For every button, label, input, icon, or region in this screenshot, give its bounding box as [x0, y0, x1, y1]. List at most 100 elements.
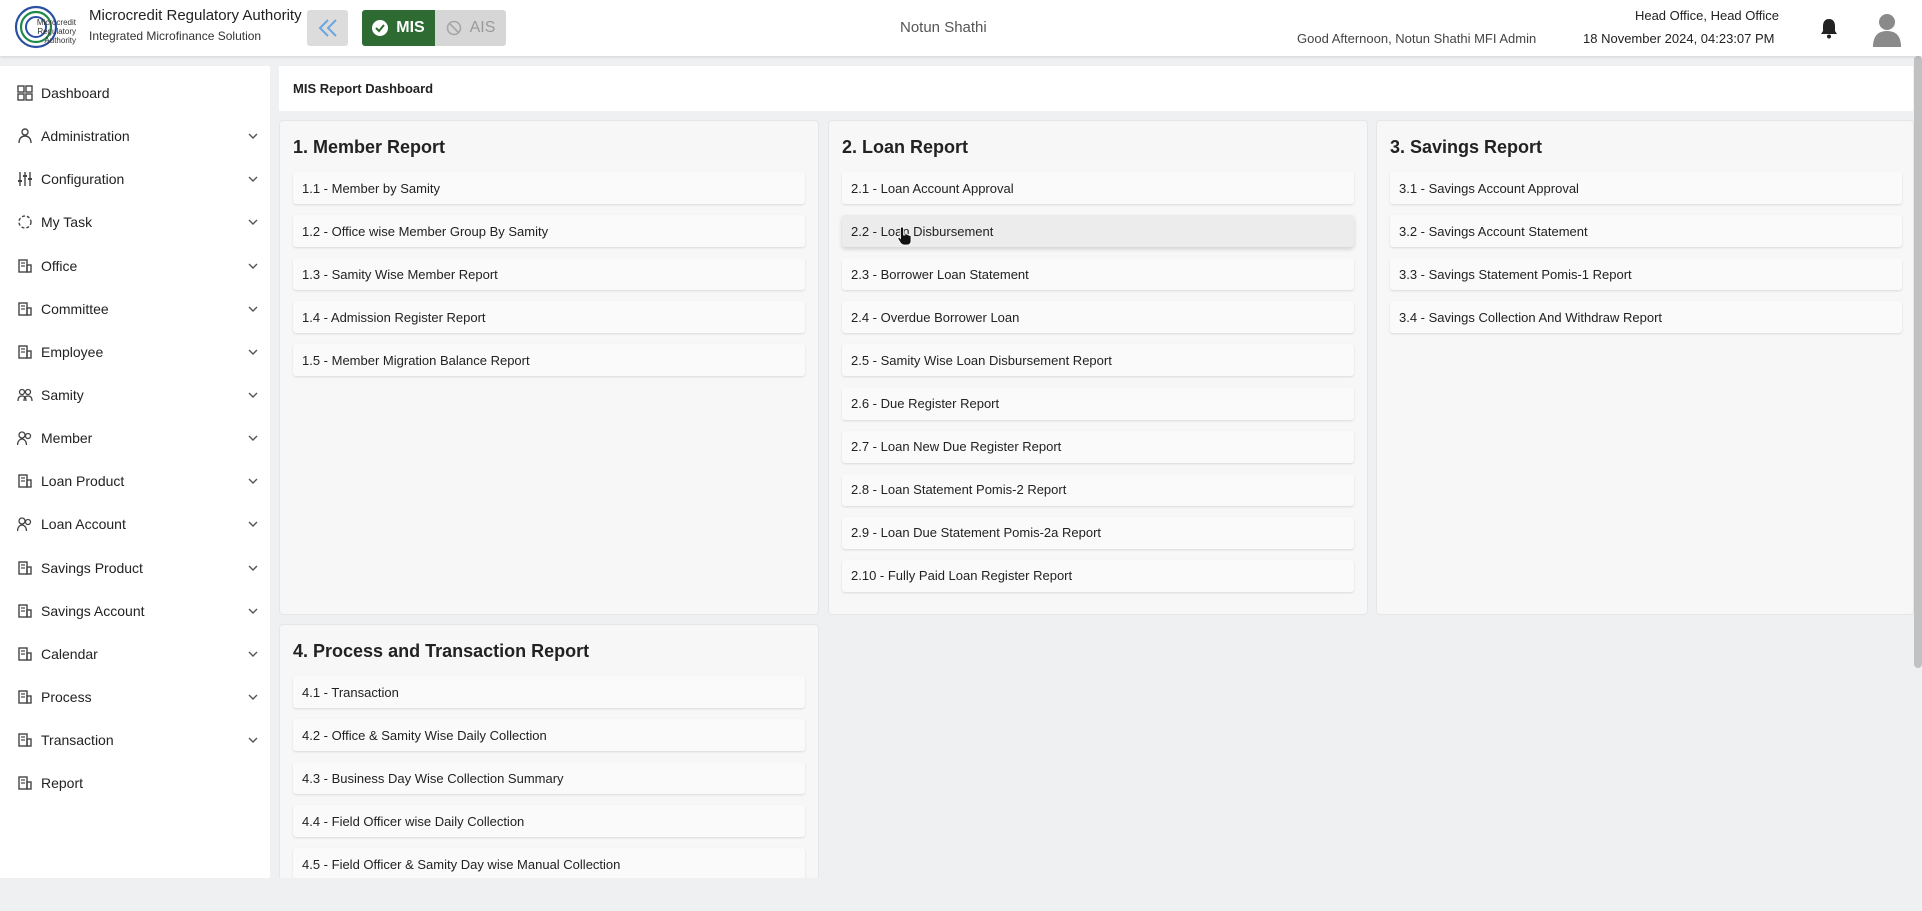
loan-report-item[interactable]: 2.2 - Loan Disbursement	[842, 215, 1354, 248]
building-icon	[18, 301, 32, 316]
chevron-down-icon[interactable]	[247, 216, 259, 228]
member-report-item[interactable]: 1.1 - Member by Samity	[293, 172, 805, 204]
users-icon	[17, 430, 32, 445]
savings-report-item[interactable]: 3.3 - Savings Statement Pomis-1 Report	[1390, 258, 1902, 291]
chevron-down-icon[interactable]	[247, 346, 259, 358]
footer-strip	[0, 878, 1922, 911]
building-icon	[18, 689, 32, 704]
bell-icon[interactable]	[1819, 17, 1839, 39]
sidebar-item-loan-account[interactable]: Loan Account	[0, 502, 270, 545]
process-report-item[interactable]: 4.3 - Business Day Wise Collection Summa…	[293, 762, 805, 795]
organization-name: Notun Shathi	[900, 19, 987, 36]
group-icon	[17, 388, 33, 401]
collapse-sidebar-button[interactable]	[307, 10, 348, 46]
member-report-item[interactable]: 1.3 - Samity Wise Member Report	[293, 258, 805, 291]
chevron-down-icon[interactable]	[247, 432, 259, 444]
mis-mode-button[interactable]: MIS	[362, 10, 435, 46]
mis-mode-label: MIS	[396, 19, 425, 36]
hand-cursor-icon	[897, 226, 912, 246]
sidebar: Dashboard Administration Configuration My T…	[0, 66, 270, 878]
loan-report-item[interactable]: 2.5 - Samity Wise Loan Disbursement Repo…	[842, 344, 1354, 377]
sidebar-item-employee[interactable]: Employee	[0, 330, 270, 373]
chevron-down-icon[interactable]	[247, 518, 259, 530]
chevron-down-icon[interactable]	[247, 173, 259, 185]
sidebar-item-label: Employee	[41, 343, 104, 360]
process-report-item[interactable]: 4.1 - Transaction	[293, 676, 805, 708]
building-icon	[18, 258, 32, 273]
user-avatar-icon[interactable]	[1871, 11, 1903, 47]
check-circle-icon	[372, 20, 389, 36]
ais-mode-label: AIS	[469, 19, 496, 36]
chevron-down-icon[interactable]	[247, 475, 259, 487]
sidebar-item-label: Member	[41, 429, 93, 446]
loan-report-item[interactable]: 2.4 - Overdue Borrower Loan	[842, 301, 1354, 334]
chevron-down-icon[interactable]	[247, 605, 259, 617]
sidebar-item-transaction[interactable]: Transaction	[0, 718, 270, 761]
process-report-title: 4. Process and Transaction Report	[293, 641, 590, 661]
app-subtitle: Integrated Microfinance Solution	[89, 29, 262, 43]
page-scrollbar[interactable]	[1914, 56, 1922, 668]
ais-mode-button[interactable]: AIS	[435, 10, 506, 46]
process-report-item[interactable]: 4.4 - Field Officer wise Daily Collectio…	[293, 805, 805, 838]
sliders-icon	[18, 171, 32, 186]
savings-report-item[interactable]: 3.4 - Savings Collection And Withdraw Re…	[1390, 301, 1902, 334]
building-icon	[18, 473, 32, 488]
sidebar-item-member[interactable]: Member	[0, 416, 270, 459]
dashboard-icon	[17, 84, 33, 101]
sidebar-item-report[interactable]: Report	[0, 761, 270, 804]
savings-report-title: 3. Savings Report	[1390, 137, 1543, 157]
sidebar-item-configuration[interactable]: Configuration	[0, 157, 270, 200]
sidebar-item-my-task[interactable]: My Task	[0, 200, 270, 243]
sidebar-item-label: Report	[41, 774, 84, 791]
loan-report-item[interactable]: 2.1 - Loan Account Approval	[842, 172, 1354, 204]
member-report-item[interactable]: 1.2 - Office wise Member Group By Samity	[293, 215, 805, 248]
sidebar-item-samity[interactable]: Samity	[0, 373, 270, 416]
admin-icon	[18, 127, 32, 143]
chevron-down-icon[interactable]	[247, 734, 259, 746]
chevron-down-icon[interactable]	[247, 389, 259, 401]
loan-report-item[interactable]: 2.8 - Loan Statement Pomis-2 Report	[842, 473, 1354, 506]
sidebar-item-label: Savings Product	[41, 559, 143, 576]
loan-report-item[interactable]: 2.10 - Fully Paid Loan Register Report	[842, 559, 1354, 592]
task-icon	[18, 214, 32, 229]
chevron-down-icon[interactable]	[247, 648, 259, 660]
sidebar-item-process[interactable]: Process	[0, 675, 270, 718]
loan-report-item[interactable]: 2.6 - Due Register Report	[842, 387, 1354, 420]
breadcrumb: MIS Report Dashboard	[279, 66, 1913, 111]
loan-report-item[interactable]: 2.9 - Loan Due Statement Pomis-2a Report	[842, 516, 1354, 549]
loan-report-card: 2. Loan Report 2.1 - Loan Account Approv…	[828, 120, 1368, 615]
users-icon	[17, 516, 32, 531]
sidebar-item-label: Dashboard	[41, 84, 110, 101]
sidebar-item-savings-account[interactable]: Savings Account	[0, 589, 270, 632]
sidebar-item-loan-product[interactable]: Loan Product	[0, 459, 270, 502]
sidebar-item-administration[interactable]: Administration	[0, 114, 270, 157]
chevron-down-icon[interactable]	[247, 260, 259, 272]
chevron-down-icon[interactable]	[247, 691, 259, 703]
savings-report-card: 3. Savings Report 3.1 - Savings Account …	[1376, 120, 1914, 615]
page-title: MIS Report Dashboard	[293, 81, 434, 96]
chevron-down-icon[interactable]	[247, 130, 259, 142]
chevron-down-icon[interactable]	[247, 562, 259, 574]
savings-report-item[interactable]: 3.1 - Savings Account Approval	[1390, 172, 1902, 204]
sidebar-item-label: Administration	[41, 127, 130, 144]
member-report-item[interactable]: 1.4 - Admission Register Report	[293, 301, 805, 334]
sidebar-item-committee[interactable]: Committee	[0, 287, 270, 330]
loan-report-item[interactable]: 2.7 - Loan New Due Register Report	[842, 430, 1354, 463]
sidebar-item-savings-product[interactable]: Savings Product	[0, 546, 270, 589]
sidebar-item-calendar[interactable]: Calendar	[0, 632, 270, 675]
loan-report-item[interactable]: 2.3 - Borrower Loan Statement	[842, 258, 1354, 291]
savings-report-item[interactable]: 3.2 - Savings Account Statement	[1390, 215, 1902, 248]
building-icon	[18, 344, 32, 359]
sidebar-item-dashboard[interactable]: Dashboard	[0, 71, 270, 114]
app-title: Microcredit Regulatory Authority	[89, 7, 302, 24]
process-report-item[interactable]: 4.2 - Office & Samity Wise Daily Collect…	[293, 719, 805, 752]
member-report-card: 1. Member Report 1.1 - Member by Samity 1…	[279, 120, 819, 615]
sidebar-item-label: Savings Account	[41, 602, 145, 619]
member-report-item[interactable]: 1.5 - Member Migration Balance Report	[293, 344, 805, 377]
sidebar-item-label: Calendar	[41, 645, 98, 662]
sidebar-item-label: Configuration	[41, 170, 125, 187]
process-report-item[interactable]: 4.5 - Field Officer & Samity Day wise Ma…	[293, 848, 805, 881]
sidebar-item-office[interactable]: Office	[0, 244, 270, 287]
building-icon	[18, 775, 32, 790]
chevron-down-icon[interactable]	[247, 303, 259, 315]
